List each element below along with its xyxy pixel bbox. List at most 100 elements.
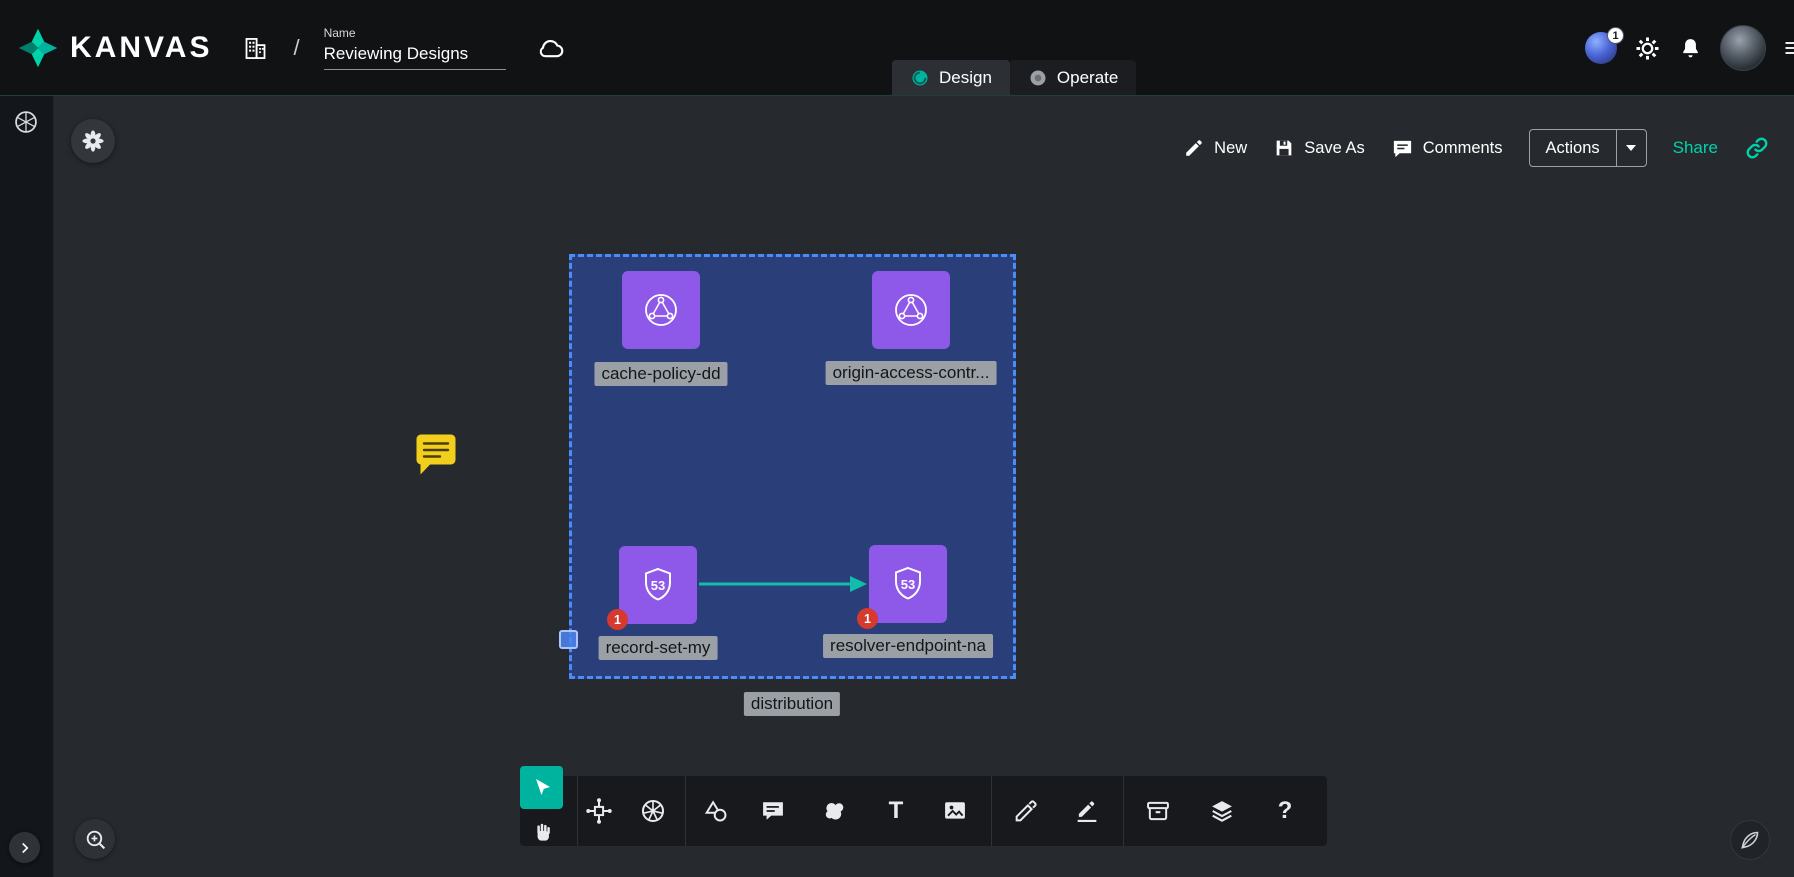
pencil-icon — [1183, 137, 1205, 159]
zoom-in-button[interactable] — [75, 819, 115, 859]
tool-dock: T — [520, 776, 1327, 846]
svg-text:53: 53 — [901, 577, 915, 592]
zoom-in-icon — [83, 827, 108, 852]
organization-icon[interactable] — [242, 35, 269, 62]
dock-divider — [577, 776, 578, 846]
help-glyph: ? — [1278, 799, 1293, 823]
kanvas-logo[interactable]: KANVAS — [16, 26, 212, 70]
cloud-sync-icon[interactable] — [536, 33, 566, 63]
settings-gear-icon[interactable] — [1634, 35, 1661, 62]
copy-link-icon[interactable] — [1744, 135, 1770, 161]
canvas-menu-fab[interactable] — [71, 119, 115, 163]
operate-tab-icon — [1028, 68, 1048, 88]
shapes-tool[interactable] — [701, 796, 731, 826]
quill-feather-icon — [1738, 828, 1762, 852]
sketch-tool[interactable] — [1011, 796, 1041, 826]
design-name-input[interactable] — [324, 42, 506, 70]
comment-icon — [1391, 137, 1414, 160]
annotate-tool[interactable] — [1072, 796, 1102, 826]
meshery-logo-icon[interactable] — [12, 108, 40, 136]
edge-arrow[interactable] — [694, 569, 876, 599]
archive-drawer-icon — [1144, 797, 1172, 825]
comments-button-label: Comments — [1423, 139, 1503, 158]
sketch-pencil-icon — [1012, 797, 1040, 825]
network-globe-icon — [637, 286, 685, 334]
node-label-record-set[interactable]: record-set-my — [599, 636, 718, 660]
node-record-set[interactable]: 53 — [619, 546, 697, 624]
kubernetes-wheel-icon — [639, 797, 667, 825]
text-tool[interactable]: T — [881, 796, 911, 826]
components-icon — [585, 797, 613, 825]
dock-divider — [991, 776, 992, 846]
node-label-origin-access[interactable]: origin-access-contr... — [826, 361, 997, 385]
import-tool[interactable] — [1143, 796, 1173, 826]
blob-shapes-icon — [821, 797, 849, 825]
new-button[interactable]: New — [1183, 137, 1247, 159]
node-label-cache-policy[interactable]: cache-policy-dd — [594, 362, 727, 386]
route53-shield-icon: 53 — [884, 560, 932, 608]
app-header: KANVAS / Name — [0, 0, 1794, 96]
group-resize-handle[interactable] — [559, 630, 578, 649]
comment-tool[interactable] — [758, 796, 788, 826]
node-label-resolver-endpoint[interactable]: resolver-endpoint-na — [823, 634, 993, 658]
layers-icon — [1208, 797, 1236, 825]
shapes-icon — [702, 797, 730, 825]
actions-button[interactable]: Actions — [1529, 129, 1647, 167]
node-count-badge[interactable]: 1 — [607, 609, 628, 630]
brand-name: KANVAS — [70, 31, 212, 65]
doodle-tool[interactable] — [820, 796, 850, 826]
provider-icon[interactable]: 1 — [1585, 32, 1617, 64]
actions-dropdown-caret[interactable] — [1616, 130, 1646, 166]
design-name-field: Name — [324, 26, 506, 70]
new-button-label: New — [1214, 139, 1247, 158]
notifications-bell-icon[interactable] — [1678, 36, 1703, 61]
route53-shield-icon: 53 — [634, 561, 682, 609]
tab-operate[interactable]: Operate — [1010, 60, 1136, 95]
tab-operate-label: Operate — [1057, 68, 1118, 88]
pan-hand-tool[interactable] — [528, 818, 558, 848]
dock-divider — [685, 776, 686, 846]
caret-down-icon — [1626, 145, 1636, 151]
comments-button[interactable]: Comments — [1391, 137, 1503, 160]
node-count-badge[interactable]: 1 — [857, 608, 878, 629]
save-icon — [1273, 137, 1295, 159]
chevron-right-icon — [16, 839, 34, 857]
kubernetes-tool[interactable] — [638, 796, 668, 826]
svg-text:53: 53 — [651, 578, 665, 593]
comment-tool-icon — [759, 797, 787, 825]
group-label-distribution[interactable]: distribution — [744, 692, 840, 716]
tab-design-label: Design — [939, 68, 992, 88]
share-button[interactable]: Share — [1673, 138, 1718, 158]
sidebar-expand-chevron[interactable] — [9, 832, 40, 863]
dock-divider — [1123, 776, 1124, 846]
image-tool[interactable] — [940, 796, 970, 826]
image-icon — [941, 797, 969, 825]
user-avatar[interactable] — [1720, 25, 1766, 71]
actions-button-label: Actions — [1530, 130, 1616, 166]
tab-design[interactable]: Design — [892, 60, 1010, 95]
text-tool-glyph: T — [889, 799, 904, 823]
design-canvas[interactable]: New Save As Comments Actions Share — [54, 96, 1794, 877]
cursor-arrow-icon — [530, 776, 554, 800]
feedback-quill-button[interactable] — [1730, 820, 1770, 860]
kanvas-logo-icon — [16, 26, 60, 70]
canvas-toolbar: New Save As Comments Actions Share — [1183, 129, 1770, 167]
node-resolver-endpoint[interactable]: 53 — [869, 545, 947, 623]
node-origin-access[interactable] — [872, 271, 950, 349]
canvas-comment-marker[interactable] — [414, 432, 458, 481]
node-cache-policy[interactable] — [622, 271, 700, 349]
save-as-button[interactable]: Save As — [1273, 137, 1365, 159]
annotate-pen-icon — [1073, 797, 1101, 825]
select-tool[interactable] — [520, 766, 563, 809]
network-globe-icon — [887, 286, 935, 334]
help-tool[interactable]: ? — [1270, 796, 1300, 826]
mode-tabs: Design Operate — [892, 60, 1136, 95]
hamburger-menu-icon[interactable] — [1783, 38, 1794, 58]
notification-count-badge: 1 — [1607, 27, 1624, 44]
layers-tool[interactable] — [1207, 796, 1237, 826]
hand-icon — [530, 820, 556, 846]
components-tool[interactable] — [584, 796, 614, 826]
flower-icon — [80, 128, 106, 154]
left-sidebar — [0, 96, 54, 877]
design-tab-icon — [910, 68, 930, 88]
